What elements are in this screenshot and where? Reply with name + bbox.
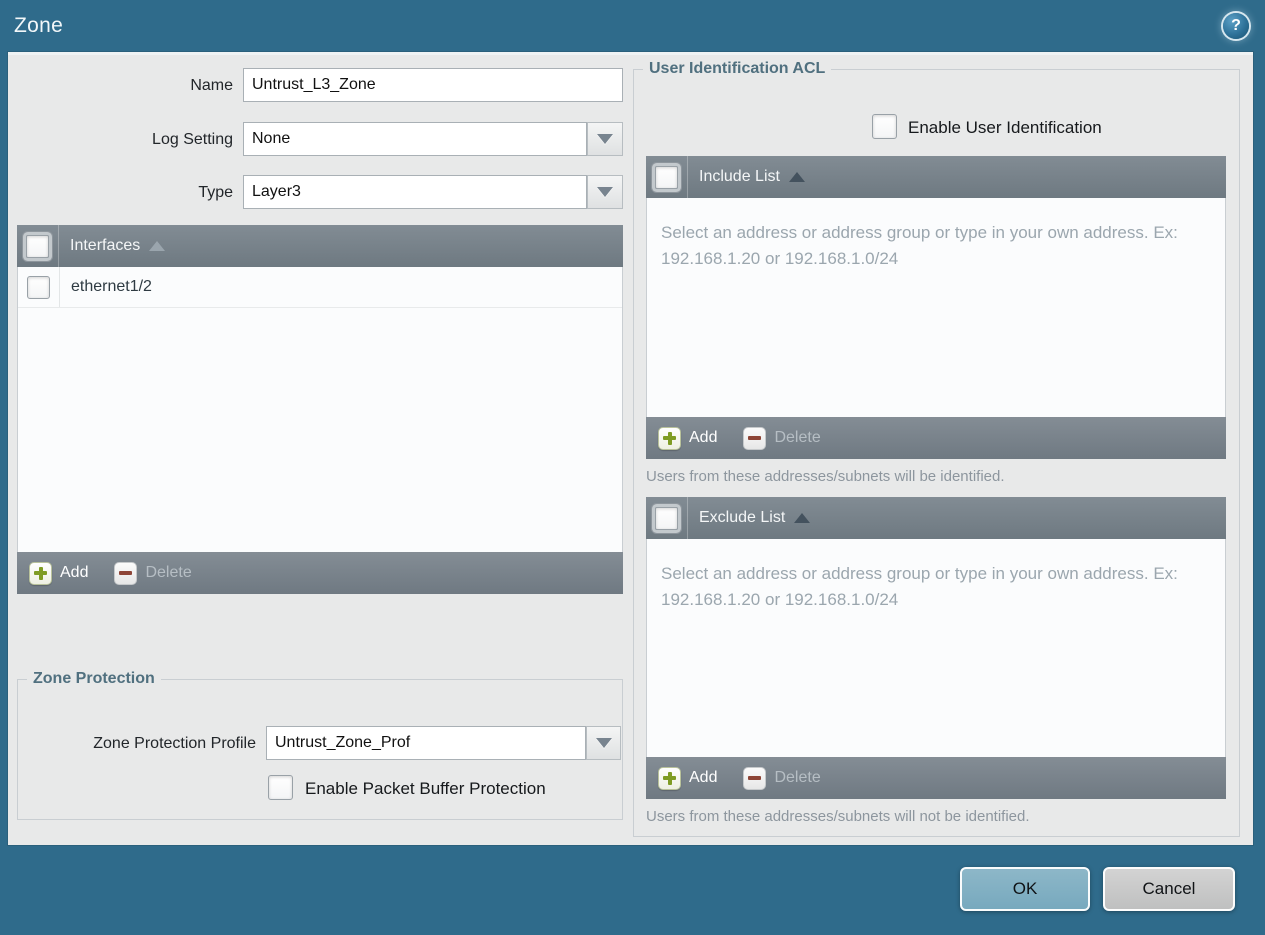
add-interface-button[interactable]: Add	[29, 561, 89, 585]
row-cbcell	[18, 267, 60, 307]
zone-protection-profile-dropdown-button[interactable]	[586, 726, 621, 760]
plus-icon	[658, 766, 681, 790]
exclude-header-cbcell	[646, 497, 688, 539]
select-all-exclude-checkbox[interactable]	[655, 506, 678, 530]
include-list-header: Include List	[646, 156, 1226, 198]
interfaces-footer: Add Delete	[17, 552, 623, 594]
sort-asc-icon	[149, 241, 166, 251]
exclude-list-column-header[interactable]: Exclude List	[699, 509, 785, 527]
cancel-button[interactable]: Cancel	[1103, 867, 1235, 911]
zone-protection-legend: Zone Protection	[27, 670, 161, 688]
add-button-label: Add	[60, 564, 89, 581]
enable-user-identification-label: Enable User Identification	[908, 118, 1102, 137]
log-setting-select[interactable]: None	[243, 122, 587, 156]
chevron-down-icon	[597, 134, 613, 144]
delete-button-label: Delete	[145, 564, 192, 581]
exclude-list-panel: Exclude List Select an address or addres…	[646, 497, 1226, 825]
exclude-list-footer: Add Delete	[646, 757, 1226, 799]
user-id-acl-fieldset: User Identification ACL Enable User Iden…	[633, 60, 1240, 837]
dialog-body: Name Log Setting None Type Layer3 Interf…	[8, 52, 1253, 845]
chevron-down-icon	[595, 738, 612, 748]
interface-row-checkbox[interactable]	[27, 275, 50, 299]
include-list-column-header[interactable]: Include List	[699, 168, 780, 186]
log-setting-label: Log Setting	[152, 131, 233, 148]
include-header-cbcell	[646, 156, 688, 198]
zone-protection-profile-select[interactable]: Untrust_Zone_Prof	[266, 726, 586, 760]
log-setting-dropdown-button[interactable]	[587, 122, 623, 156]
name-label: Name	[190, 77, 233, 94]
exclude-list-caption: Users from these addresses/subnets will …	[646, 808, 1030, 825]
delete-button-label: Delete	[774, 429, 821, 446]
exclude-list-body[interactable]: Select an address or address group or ty…	[646, 539, 1226, 757]
ok-button[interactable]: OK	[960, 867, 1090, 911]
minus-icon	[743, 766, 767, 790]
zone-protection-fieldset: Zone Protection Zone Protection Profile …	[17, 670, 623, 820]
add-button-label: Add	[689, 769, 718, 786]
packet-buffer-protection-label: Enable Packet Buffer Protection	[305, 779, 546, 798]
delete-button-label: Delete	[774, 769, 821, 786]
zone-protection-profile-label: Zone Protection Profile	[93, 735, 256, 752]
include-list-caption: Users from these addresses/subnets will …	[646, 468, 1005, 485]
plus-icon	[29, 561, 52, 585]
interfaces-body: ethernet1/2	[17, 267, 623, 552]
exclude-list-placeholder: Select an address or address group or ty…	[661, 564, 1178, 609]
select-all-include-checkbox[interactable]	[655, 165, 678, 189]
select-all-interfaces-checkbox[interactable]	[26, 234, 49, 258]
type-dropdown-button[interactable]	[587, 175, 623, 209]
interfaces-header: Interfaces	[17, 225, 623, 267]
include-list-placeholder: Select an address or address group or ty…	[661, 223, 1178, 268]
help-icon[interactable]: ?	[1223, 13, 1249, 39]
add-exclude-button[interactable]: Add	[658, 766, 718, 790]
delete-interface-button[interactable]: Delete	[114, 561, 192, 585]
zone-dialog: Zone ? Name Log Setting None Type Layer3…	[0, 0, 1265, 935]
packet-buffer-protection-checkbox[interactable]	[268, 775, 293, 800]
include-list-panel: Include List Select an address or addres…	[646, 156, 1226, 485]
user-id-acl-legend: User Identification ACL	[643, 60, 832, 78]
enable-user-identification-checkbox[interactable]	[872, 114, 897, 139]
interfaces-header-cbcell	[17, 225, 59, 267]
interfaces-column-header[interactable]: Interfaces	[70, 237, 140, 255]
type-select[interactable]: Layer3	[243, 175, 587, 209]
delete-include-button[interactable]: Delete	[743, 426, 821, 450]
include-list-body[interactable]: Select an address or address group or ty…	[646, 198, 1226, 417]
add-button-label: Add	[689, 429, 718, 446]
minus-icon	[743, 426, 767, 450]
interface-name: ethernet1/2	[71, 278, 152, 295]
sort-asc-icon	[794, 513, 811, 523]
interfaces-panel: Interfaces ethernet1/2 Add Delete	[17, 225, 623, 594]
name-input[interactable]	[243, 68, 623, 102]
include-list-footer: Add Delete	[646, 417, 1226, 459]
type-label: Type	[198, 184, 233, 201]
exclude-list-header: Exclude List	[646, 497, 1226, 539]
table-row[interactable]: ethernet1/2	[18, 267, 622, 308]
delete-exclude-button[interactable]: Delete	[743, 766, 821, 790]
minus-icon	[114, 561, 138, 585]
chevron-down-icon	[597, 187, 613, 197]
dialog-title: Zone	[14, 14, 64, 37]
add-include-button[interactable]: Add	[658, 426, 718, 450]
sort-asc-icon	[788, 172, 805, 182]
plus-icon	[658, 426, 681, 450]
